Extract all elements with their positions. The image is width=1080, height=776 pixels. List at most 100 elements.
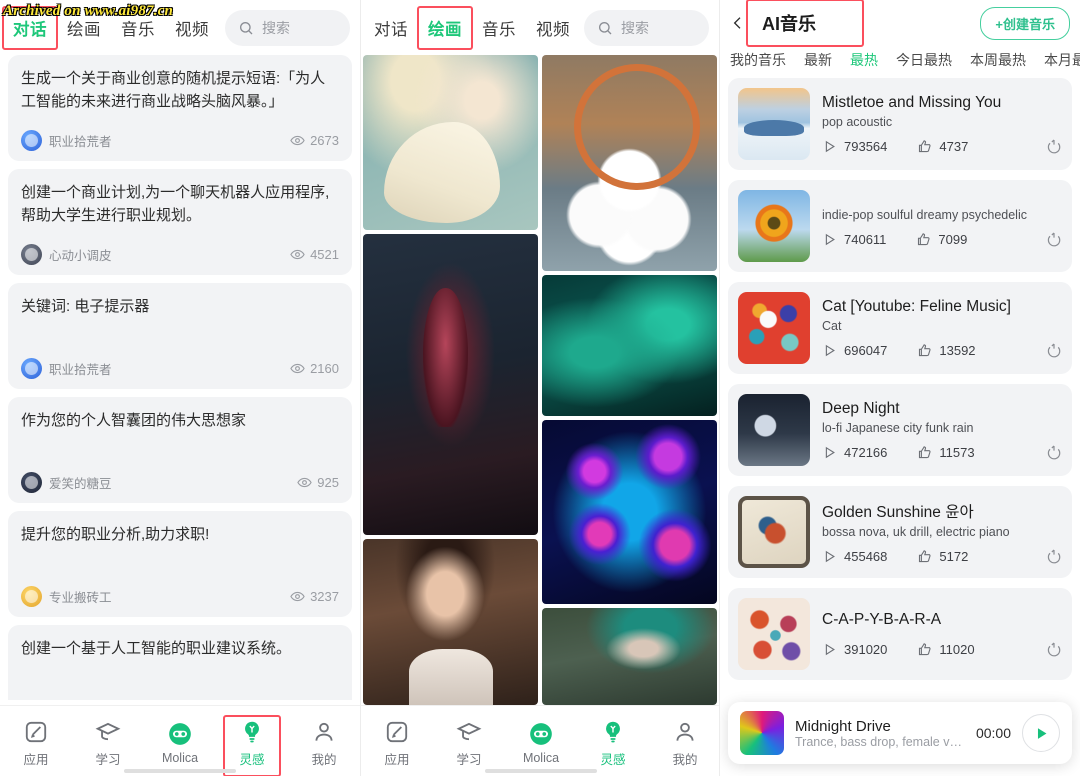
graduation-cap-icon (95, 722, 121, 740)
music-player-bar[interactable]: Midnight Drive Trance, bass drop, female… (728, 702, 1072, 764)
nav-item-molica[interactable]: Molica (144, 721, 216, 765)
track-title: Golden Sunshine 윤아 (822, 504, 974, 521)
green-hair-woman[interactable] (542, 607, 717, 705)
thumbs-up-icon (919, 549, 931, 562)
nav-item-mine[interactable]: 我的 (288, 719, 360, 768)
nav-item-learn[interactable]: 学习 (72, 719, 144, 768)
crescent-moon-clouds-cover[interactable] (738, 394, 810, 466)
colorful-cats-cover[interactable] (738, 292, 810, 364)
dark-mirror-corridor[interactable] (363, 234, 538, 536)
home-indicator (485, 769, 597, 773)
home-indicator (124, 769, 236, 773)
fairy-on-blossom-branch[interactable] (363, 55, 538, 231)
bird-with-guitar-cover[interactable] (738, 496, 810, 568)
tab-video[interactable]: 视频 (533, 14, 573, 42)
track-title: C-A-P-Y-B-A-R-A (822, 611, 942, 628)
play-button[interactable] (1022, 714, 1060, 752)
track-title: Cat [Youtube: Feline Music] (822, 298, 1011, 315)
list-item[interactable]: indie-pop soulful dreamy psychedelic 740… (728, 180, 1072, 272)
search-icon (240, 21, 253, 34)
track-style: lo-fi Japanese city funk rain (822, 421, 974, 435)
share-icon[interactable] (1046, 444, 1062, 460)
play-icon (825, 140, 835, 152)
tab-music[interactable]: 音乐 (479, 14, 519, 42)
tab-newest[interactable]: 最新 (804, 50, 832, 70)
search-input[interactable]: 搜索 (225, 9, 350, 46)
list-item[interactable]: 提升您的职业分析,助力求职! 专业搬砖工 3237 (8, 511, 352, 617)
molica-logo-icon (530, 723, 552, 745)
track-stats: 696047 13592 (822, 342, 1062, 358)
capybara-pattern-cover[interactable] (738, 598, 810, 670)
list-item[interactable]: 创建一个基于人工智能的职业建议系统。 好运小精灵 3450 (8, 625, 352, 700)
tab-today-hot[interactable]: 今日最热 (896, 50, 952, 70)
share-icon[interactable] (1046, 231, 1062, 247)
share-icon[interactable] (1046, 641, 1062, 657)
snowy-winter-landscape-cover[interactable] (738, 88, 810, 160)
nav-item-mine[interactable]: 我的 (649, 719, 719, 768)
chevron-left-icon[interactable] (730, 15, 746, 31)
share-icon[interactable] (1046, 342, 1062, 358)
view-count: 2673 (290, 133, 339, 148)
page-title: AI音乐 (746, 0, 864, 47)
list-item[interactable]: Golden Sunshine 윤아 bossa nova, uk drill,… (728, 486, 1072, 578)
tab-video[interactable]: 视频 (172, 14, 212, 42)
nav-item-molica[interactable]: Molica (505, 721, 577, 765)
share-icon[interactable] (1046, 548, 1062, 564)
teal-underwater-ruins[interactable] (542, 275, 717, 416)
share-icon[interactable] (1046, 138, 1062, 154)
view-count-value: 2160 (310, 361, 339, 376)
list-item[interactable]: 作为您的个人智囊团的伟大思想家 爱笑的糖豆 925 (8, 397, 352, 503)
prompt-text: 关键词: 电子提示器 (21, 298, 150, 315)
avatar (21, 586, 42, 607)
image-gallery[interactable] (361, 55, 719, 705)
view-count: 4521 (290, 247, 339, 262)
music-list[interactable]: Mistletoe and Missing You pop acoustic 7… (720, 78, 1080, 698)
list-item[interactable]: 创建一个商业计划,为一个聊天机器人应用程序,帮助大学生进行职业规划。 心动小调皮… (8, 169, 352, 275)
prompt-feed[interactable]: 生成一个关于商业创意的随机提示短语:「为人工智能的未来进行商业战略头脑风暴。」 … (0, 55, 360, 700)
play-count-value: 696047 (844, 342, 888, 358)
mid-top-bar: 对话 绘画 音乐 视频 搜索 (361, 0, 719, 55)
player-track-title: Midnight Drive (795, 717, 891, 735)
nav-label: 应用 (23, 752, 49, 767)
panel-conversation: 对话 绘画 音乐 视频 搜索 生成一个关于商业创意的随机提示短语:「为人工智能的… (0, 0, 360, 776)
sunflower-cover[interactable] (738, 190, 810, 262)
nav-item-learn[interactable]: 学习 (433, 719, 505, 768)
thumbs-up-icon (919, 343, 931, 356)
search-input[interactable]: 搜索 (584, 9, 709, 46)
list-item[interactable]: 生成一个关于商业创意的随机提示短语:「为人工智能的未来进行商业战略头脑风暴。」 … (8, 55, 352, 161)
pencil-square-icon (25, 721, 47, 742)
play-count: 696047 (822, 343, 887, 358)
tab-my-music[interactable]: 我的音乐 (730, 50, 786, 70)
like-count: 4737 (917, 139, 968, 154)
list-item[interactable]: Deep Night lo-fi Japanese city funk rain… (728, 384, 1072, 476)
color-burst-cover[interactable] (740, 711, 784, 755)
nav-item-apps[interactable]: 应用 (0, 719, 72, 768)
fluffy-white-chicks[interactable] (542, 55, 717, 272)
lightbulb-icon (606, 721, 620, 742)
tab-hottest[interactable]: 最热 (850, 50, 878, 70)
tab-week-hot[interactable]: 本周最热 (970, 50, 1026, 70)
search-icon (599, 21, 612, 34)
like-count-value: 7099 (938, 231, 968, 247)
list-item[interactable]: C-A-P-Y-B-A-R-A 391020 11020 (728, 588, 1072, 680)
card-meta: 心动小调皮 4521 (21, 244, 339, 265)
thumbs-up-icon (918, 232, 930, 245)
nav-item-inspiration[interactable]: 灵感 (216, 714, 288, 776)
portrait-woman-hanfu[interactable] (363, 539, 538, 705)
view-count-value: 3237 (310, 589, 339, 604)
nav-label: 应用 (384, 752, 410, 767)
eye-icon (290, 249, 305, 260)
tab-dialogue[interactable]: 对话 (371, 14, 411, 42)
play-count-value: 793564 (844, 138, 888, 154)
list-item[interactable]: Cat [Youtube: Feline Music] Cat 696047 1… (728, 282, 1072, 374)
avatar (21, 472, 42, 493)
nav-item-apps[interactable]: 应用 (361, 719, 433, 768)
create-music-button[interactable]: +创建音乐 (980, 6, 1070, 40)
list-item[interactable]: Mistletoe and Missing You pop acoustic 7… (728, 78, 1072, 170)
prompt-text: 提升您的职业分析,助力求职! (21, 526, 210, 543)
nav-item-inspiration[interactable]: 灵感 (577, 719, 649, 768)
neon-cell-macro[interactable] (542, 419, 717, 604)
tab-painting[interactable]: 绘画 (417, 5, 473, 50)
list-item[interactable]: 关键词: 电子提示器 职业拾荒者 2160 (8, 283, 352, 389)
tab-month-hot[interactable]: 本月最热 (1044, 50, 1080, 70)
